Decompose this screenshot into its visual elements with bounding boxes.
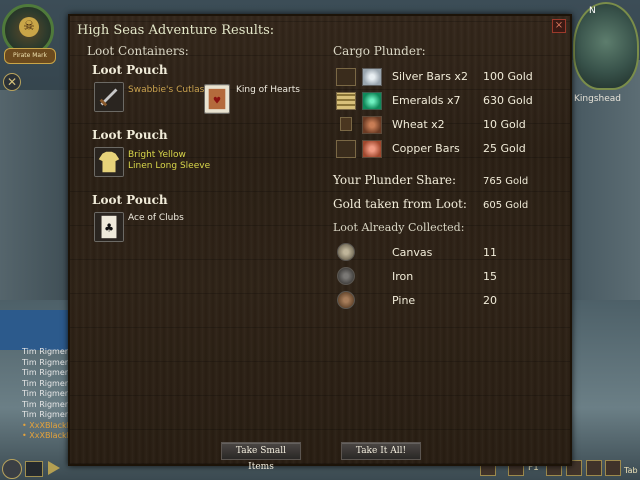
loot-containers-header: Loot Containers:	[87, 44, 189, 58]
cargo-item-value: 10 Gold	[483, 118, 526, 131]
compass-north-label: N	[589, 6, 596, 16]
cutlass-icon[interactable]	[94, 82, 124, 112]
cargo-item-name: Emeralds x7	[392, 94, 461, 107]
cargo-item-name: Wheat x2	[392, 118, 445, 131]
loot-item-label: Swabbie's Cutlass	[128, 85, 209, 95]
close-button[interactable]: ×	[552, 19, 566, 33]
chat-line: Tim Rigmena	[22, 357, 72, 367]
pine-icon	[337, 291, 355, 309]
take-small-items-button[interactable]: Take Small Items	[221, 442, 301, 472]
collected-item-value: 15	[483, 270, 497, 283]
copper-bars-icon	[362, 140, 382, 158]
flag-label: Pirate Mark	[4, 48, 56, 64]
iron-icon	[337, 267, 355, 285]
ace-of-clubs-card-icon[interactable]: ♣	[94, 212, 124, 242]
collected-item-name: Pine	[392, 294, 416, 307]
collected-item-value: 11	[483, 246, 497, 259]
cargo-item-value: 25 Gold	[483, 142, 526, 155]
loot-item-label-line2: Linen Long Sleeve	[128, 161, 211, 171]
chat-line: Tim Rigmena	[22, 378, 72, 388]
crossed-swords-icon[interactable]: ✕	[3, 73, 21, 91]
wheat-icon	[362, 116, 382, 134]
hotkey-tab-label: Tab	[624, 466, 638, 475]
speech-bubble-button[interactable]	[25, 461, 43, 477]
play-arrow-icon[interactable]	[48, 461, 60, 475]
crate-icon	[336, 140, 356, 158]
loot-item-label: Ace of Clubs	[128, 213, 184, 223]
king-of-hearts-card-icon[interactable]: ♥	[204, 84, 230, 114]
minimap[interactable]: N	[573, 2, 639, 90]
location-label: Kingshead	[574, 94, 621, 104]
skill-slot[interactable]	[586, 460, 602, 476]
loot-item-label: King of Hearts	[236, 85, 300, 95]
chat-line: Tim Rigmena	[22, 410, 72, 419]
crate-icon	[336, 68, 356, 86]
collected-item-name: Canvas	[392, 246, 433, 259]
treasure-chest-icon	[336, 92, 356, 110]
loot-pouch-title: Loot Pouch	[92, 193, 168, 207]
chat-line: • XxXBlackbe	[22, 420, 72, 430]
dialog-title: High Seas Adventure Results:	[77, 23, 275, 38]
svg-text:♣: ♣	[104, 222, 114, 235]
loot-gold-label: Gold taken from Loot:	[333, 197, 467, 211]
skull-icon: ☠	[19, 17, 39, 37]
chat-line: Tim Rigmena	[22, 347, 72, 356]
cargo-item-name: Copper Bars	[392, 142, 460, 155]
take-it-all-button[interactable]: Take It All!	[341, 442, 421, 460]
shirt-icon[interactable]	[94, 147, 124, 177]
loot-collected-header: Loot Already Collected:	[333, 221, 465, 234]
collected-item-name: Iron	[392, 270, 414, 283]
plunder-share-value: 765 Gold	[483, 176, 529, 187]
sea-water	[0, 310, 70, 350]
adventure-results-dialog: High Seas Adventure Results: × Loot Cont…	[68, 14, 572, 472]
collected-item-value: 20	[483, 294, 497, 307]
chat-line: • XxXBlackbe	[22, 431, 72, 440]
stone-wall-left	[0, 90, 70, 330]
chat-line: Tim Rigmena	[22, 399, 72, 409]
svg-text:♥: ♥	[213, 96, 221, 107]
emeralds-icon	[362, 92, 382, 110]
loot-pouch-title: Loot Pouch	[92, 128, 168, 142]
chat-line: Tim Rigmena	[22, 368, 72, 377]
skill-slot[interactable]	[605, 460, 621, 476]
loot-item-label: Bright Yellow	[128, 150, 186, 160]
chat-toggle-button[interactable]	[2, 459, 22, 479]
loot-pouch-title: Loot Pouch	[92, 63, 168, 77]
chat-line: Tim Rigmena	[22, 389, 72, 398]
cargo-item-value: 630 Gold	[483, 94, 533, 107]
plunder-share-label: Your Plunder Share:	[333, 173, 457, 187]
loot-gold-value: 605 Gold	[483, 200, 529, 211]
cargo-plunder-header: Cargo Plunder:	[333, 44, 426, 58]
cargo-item-value: 100 Gold	[483, 70, 533, 83]
cargo-item-name: Silver Bars x2	[392, 70, 468, 83]
silver-bars-icon	[362, 68, 382, 86]
chat-log[interactable]: Tim Rigmena Tim Rigmena Tim Rigmena Tim …	[22, 347, 72, 442]
crate-small-icon	[340, 117, 352, 131]
canvas-icon	[337, 243, 355, 261]
